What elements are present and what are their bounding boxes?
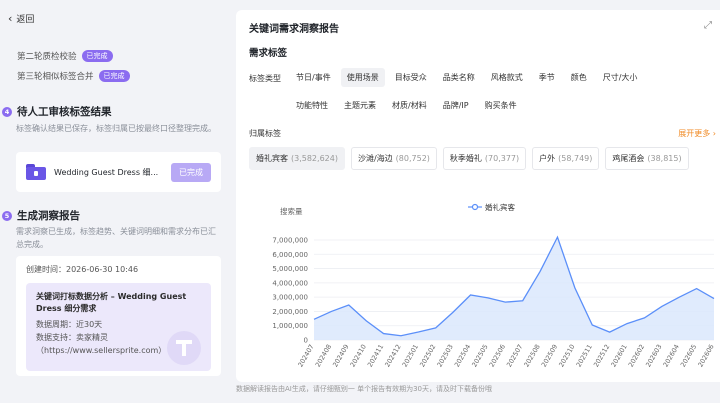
report-panel-title: 关键词需求洞察报告 bbox=[249, 24, 339, 35]
demand-tags-heading: 需求标签 bbox=[249, 48, 288, 59]
section-report-desc: 需求洞察已生成，标签趋势、关键词明细和需求分布已汇总完成。 bbox=[16, 227, 216, 249]
step-third-merge: 第三轮相似标签合并 已完成 bbox=[17, 70, 130, 82]
tag-type-item[interactable]: 节日/事件 bbox=[290, 68, 337, 87]
category-count: (70,377) bbox=[484, 154, 520, 163]
category-name: 婚礼宾客 bbox=[256, 154, 288, 163]
category-count: (80,752) bbox=[395, 154, 430, 163]
status-badge: 已完成 bbox=[81, 50, 113, 62]
tag-type-item[interactable]: 风格款式 bbox=[484, 68, 529, 87]
x-tick-label: 202606 bbox=[696, 343, 715, 369]
section-title-text: 待人工审核标签结果 bbox=[17, 106, 112, 118]
chevron-left-icon: ‹ bbox=[8, 12, 13, 25]
tag-type-item-active[interactable]: 使用场景 bbox=[340, 68, 385, 87]
tag-type-item[interactable]: 主题元素 bbox=[338, 96, 382, 115]
category-count: (3,582,624) bbox=[291, 154, 338, 163]
category-tag[interactable]: 鸡尾酒会 (38,815) bbox=[605, 147, 689, 170]
category-tags: 婚礼宾客 (3,582,624) 沙滩/海边 (80,752) 秋季婚礼 (70,37… bbox=[249, 147, 689, 170]
back-button[interactable]: ‹ 返回 bbox=[8, 12, 34, 25]
category-name: 沙滩/海边 bbox=[357, 154, 393, 163]
legend-marker bbox=[471, 203, 479, 211]
tag-type-item[interactable]: 功能特性 bbox=[290, 96, 334, 115]
footer-note: 数据解读报告由AI生成，请仔细甄别一 单个报告有效期为30天，请及时下载备份哦 bbox=[236, 385, 492, 393]
report-title: 关键词打标数据分析 – Wedding Guest Dress 细分需求 bbox=[36, 292, 187, 313]
y-tick-label: 2,000,000 bbox=[272, 308, 308, 316]
category-name: 鸡尾酒会 bbox=[612, 154, 645, 163]
progress-panel: ‹ 返回 第二轮质检校验 已完成 第三轮相似标签合并 已完成 4 待人工审核标签… bbox=[0, 0, 236, 403]
tag-type-item[interactable]: 尺寸/大小 bbox=[596, 68, 644, 87]
tag-type-row-1: 节日/事件 使用场景 目标受众 品类名称 风格款式 季节 颜色 尺寸/大小 bbox=[290, 68, 644, 87]
category-name: 户外 bbox=[539, 154, 556, 163]
category-tag-active[interactable]: 婚礼宾客 (3,582,624) bbox=[249, 147, 345, 170]
report-period: 数据周期：近30天 bbox=[36, 320, 103, 329]
section-review-title: 4 待人工审核标签结果 bbox=[2, 104, 112, 119]
expand-more-label: 展开更多 bbox=[678, 129, 711, 138]
category-tag[interactable]: 户外 (58,749) bbox=[532, 147, 600, 170]
step-number: 5 bbox=[2, 210, 12, 221]
section-title-text: 生成洞察报告 bbox=[17, 210, 80, 222]
created-time: 创建时间：2026-06-30 10:46 bbox=[26, 265, 139, 274]
tag-type-item[interactable]: 目标受众 bbox=[388, 68, 433, 87]
file-name: Wedding Guest Dress 细... bbox=[54, 167, 159, 177]
y-tick-label: 3,000,000 bbox=[272, 294, 308, 302]
y-tick-label: 5,000,000 bbox=[272, 265, 308, 273]
category-count: (38,815) bbox=[647, 154, 682, 163]
status-badge: 已完成 bbox=[98, 70, 130, 82]
tag-type-item[interactable]: 品类名称 bbox=[436, 68, 481, 87]
folder-icon bbox=[26, 164, 46, 180]
report-panel: 关键词需求洞察报告 ⤢ 需求标签 标签类型 节日/事件 使用场景 目标受众 品类… bbox=[236, 10, 720, 382]
category-count: (58,749) bbox=[558, 154, 593, 163]
section-report-title: 5 生成洞察报告 bbox=[2, 208, 80, 223]
y-tick-label: 7,000,000 bbox=[272, 237, 308, 245]
expand-more-link[interactable]: 展开更多 › bbox=[678, 128, 716, 139]
category-tag[interactable]: 秋季婚礼 (70,377) bbox=[442, 147, 527, 170]
y-axis-label: 搜索量 bbox=[280, 206, 303, 216]
expand-icon[interactable]: ⤢ bbox=[704, 20, 712, 31]
back-label: 返回 bbox=[16, 15, 35, 25]
y-tick-label: 1,000,000 bbox=[272, 322, 308, 330]
legend-label: 婚礼宾客 bbox=[485, 202, 515, 212]
tag-type-item[interactable]: 购买条件 bbox=[478, 96, 523, 115]
step-label: 第二轮质检校验 bbox=[17, 52, 77, 62]
tag-type-item[interactable]: 颜色 bbox=[564, 68, 593, 87]
report-link-card[interactable]: 关键词打标数据分析 – Wedding Guest Dress 细分需求 数据周… bbox=[26, 283, 211, 371]
section-review-desc: 标签确认结果已保存，标签归属已按最终口径整理完成。 bbox=[16, 124, 216, 133]
tag-type-label: 标签类型 bbox=[249, 74, 281, 83]
step-second-check: 第二轮质检校验 已完成 bbox=[17, 50, 113, 62]
tag-type-item[interactable]: 品牌/IP bbox=[436, 96, 475, 115]
report-card: 创建时间：2026-06-30 10:46 关键词打标数据分析 – Weddin… bbox=[16, 256, 221, 376]
step-number: 4 bbox=[2, 106, 12, 117]
tag-type-item[interactable]: 材质/材料 bbox=[386, 96, 433, 115]
search-volume-chart: 搜索量 婚礼宾客 0 1,000,000 2,000,000 3,000,000 4,000… bbox=[272, 202, 715, 369]
belong-tag-label: 归属标签 bbox=[249, 129, 281, 138]
tag-type-item[interactable]: 季节 bbox=[532, 68, 561, 87]
file-card[interactable]: Wedding Guest Dress 细... 已完成 bbox=[16, 152, 221, 192]
brand-mark-icon bbox=[167, 331, 201, 365]
series-area bbox=[314, 237, 714, 340]
tag-type-row-2: 功能特性 主题元素 材质/材料 品牌/IP 购买条件 bbox=[290, 96, 523, 115]
completed-button[interactable]: 已完成 bbox=[171, 162, 211, 182]
category-name: 秋季婚礼 bbox=[449, 154, 482, 163]
category-tag[interactable]: 沙滩/海边 (80,752) bbox=[350, 147, 437, 170]
step-label: 第三轮相似标签合并 bbox=[17, 72, 94, 82]
y-tick-label: 4,000,000 bbox=[272, 279, 308, 287]
y-tick-label: 6,000,000 bbox=[272, 251, 308, 259]
y-tick-label: 0 bbox=[304, 337, 308, 345]
